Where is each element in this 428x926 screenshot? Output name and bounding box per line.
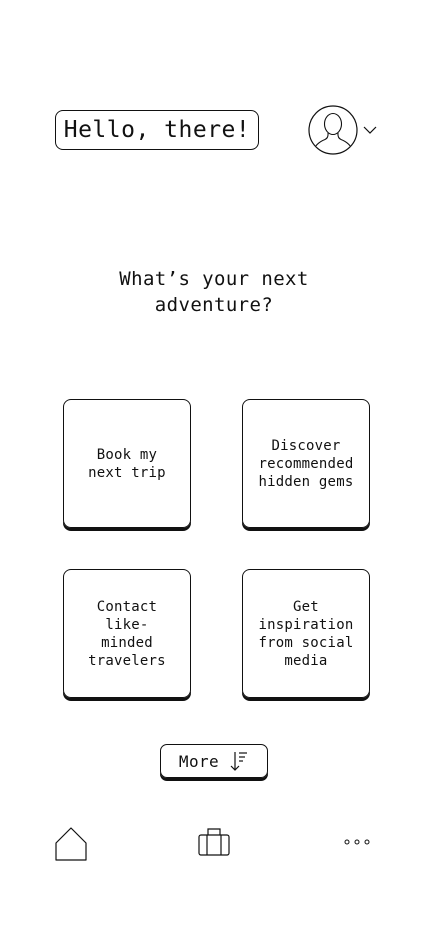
home-screen: Hello, there! What’s your next adventure…	[0, 0, 428, 926]
briefcase-icon[interactable]	[197, 827, 231, 857]
contact-travelers-button[interactable]: Contact like- minded travelers	[63, 569, 191, 698]
social-inspiration-button[interactable]: Get inspiration from social media	[242, 569, 370, 698]
more-dots-icon[interactable]	[342, 837, 372, 847]
discover-gems-button[interactable]: Discover recommended hidden gems	[242, 399, 370, 528]
profile-menu-button[interactable]	[308, 105, 380, 155]
greeting-heading: Hello, there!	[55, 110, 259, 150]
avatar-icon	[308, 105, 358, 155]
book-trip-button[interactable]: Book my next trip	[63, 399, 191, 528]
home-icon[interactable]	[54, 826, 88, 862]
chevron-down-icon	[363, 126, 377, 134]
adventure-question: What’s your next adventure?	[119, 268, 309, 316]
sort-descending-icon	[230, 752, 248, 771]
more-button-label: More	[178, 751, 220, 771]
more-button[interactable]: More	[160, 744, 268, 778]
